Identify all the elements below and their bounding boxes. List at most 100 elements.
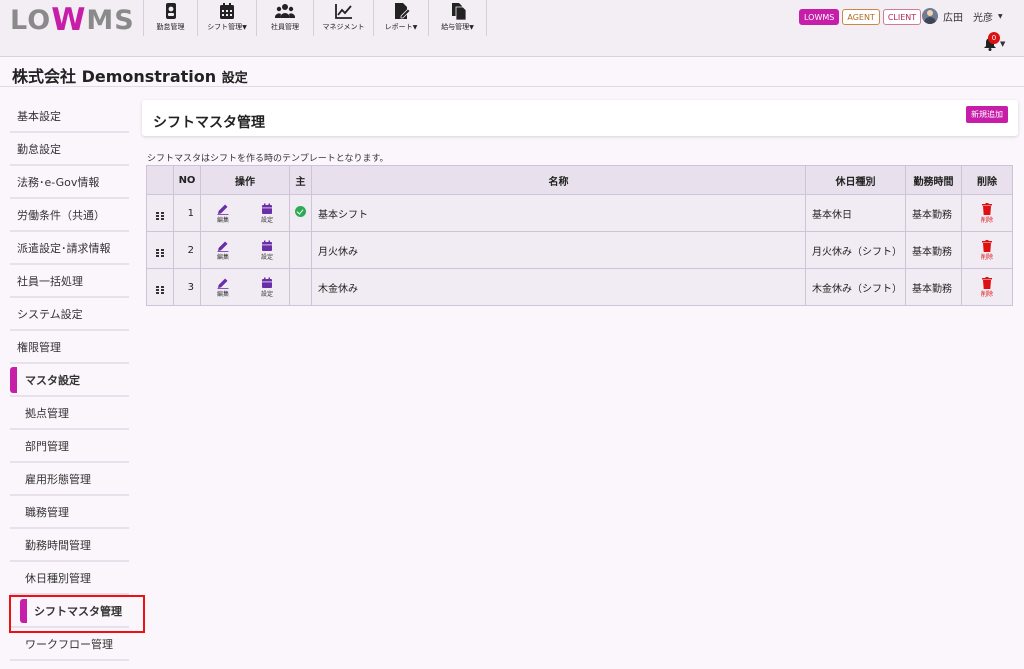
logo-w: W xyxy=(51,2,87,38)
pencil-icon xyxy=(217,204,229,215)
edit-button[interactable]: 編集 xyxy=(217,240,229,261)
row-name: 月火休み xyxy=(311,231,806,269)
delete-button[interactable]: 削除 xyxy=(962,239,1012,261)
chevron-down-icon: ▼ xyxy=(998,12,1003,20)
nav-management-label: マネジメント xyxy=(322,23,365,31)
sidebar-item-departments[interactable]: 部門管理 xyxy=(10,430,129,463)
main-cell xyxy=(289,268,312,306)
sidebar-item-work-hours[interactable]: 勤務時間管理 xyxy=(10,529,129,562)
setting-label: 設定 xyxy=(260,253,273,261)
sidebar-item-workflow[interactable]: ワークフロー管理 xyxy=(10,628,129,661)
table-row: 3 編集 設定 木金休み 木金休み（シフト） 基本勤務 削除 xyxy=(146,268,1013,306)
badge-client[interactable]: CLIENT xyxy=(882,9,922,25)
sidebar-item-legal[interactable]: 法務･e-Gov情報 xyxy=(10,166,129,199)
calendar-icon xyxy=(261,240,272,251)
header-delete: 削除 xyxy=(961,165,1013,195)
nav-employees-label: 社員管理 xyxy=(271,23,299,31)
row-no: 1 xyxy=(173,194,201,232)
role-badges: LOWMS AGENT CLIENT xyxy=(799,9,922,25)
sidebar-item-basic[interactable]: 基本設定 xyxy=(10,100,129,133)
sidebar-item-working-conditions[interactable]: 労働条件（共通） xyxy=(10,199,129,232)
calendar-icon xyxy=(220,3,234,19)
delete-button[interactable]: 削除 xyxy=(962,202,1012,224)
nav-payroll[interactable]: 給与管理▼ xyxy=(428,0,487,36)
trash-icon xyxy=(982,276,992,289)
setting-button[interactable]: 設定 xyxy=(261,277,273,298)
sidebar-item-employment-types[interactable]: 雇用形態管理 xyxy=(10,463,129,496)
id-card-icon xyxy=(165,3,176,19)
nav-shift[interactable]: シフト管理▼ xyxy=(197,0,256,36)
chevron-down-icon: ▼ xyxy=(469,24,474,31)
setting-label: 設定 xyxy=(260,216,273,224)
edit-button[interactable]: 編集 xyxy=(217,277,229,298)
chevron-down-icon: ▼ xyxy=(412,24,418,31)
shift-master-table: NO 操作 主 名称 休日種別 勤務時間 削除 1 編集 設定 基本シフト 基本… xyxy=(146,165,1013,306)
trash-icon xyxy=(982,202,992,215)
nav-management[interactable]: マネジメント xyxy=(313,0,373,36)
user-name: 広田 光彦 xyxy=(943,12,993,24)
users-icon xyxy=(275,4,295,18)
row-holiday-type: 木金休み（シフト） xyxy=(805,268,906,306)
edit-label: 編集 xyxy=(216,216,229,224)
header-work-hours: 勤務時間 xyxy=(905,165,962,195)
title-divider xyxy=(0,86,1024,87)
row-name: 木金休み xyxy=(311,268,806,306)
header-name: 名称 xyxy=(311,165,806,195)
nav-report[interactable]: レポート▼ xyxy=(373,0,428,36)
badge-agent[interactable]: AGENT xyxy=(842,9,880,25)
nav-payroll-label: 給与管理 xyxy=(441,23,470,31)
sidebar-item-system[interactable]: システム設定 xyxy=(10,298,129,331)
documents-icon xyxy=(451,3,466,20)
header-holiday-type: 休日種別 xyxy=(805,165,906,195)
row-no: 3 xyxy=(173,268,201,306)
user-menu[interactable]: 広田 光彦 ▼ xyxy=(922,8,1003,24)
row-work-hours: 基本勤務 xyxy=(905,231,962,269)
sidebar-item-dispatch[interactable]: 派遣設定･請求情報 xyxy=(10,232,129,265)
settings-sidebar: 基本設定 勤怠設定 法務･e-Gov情報 労働条件（共通） 派遣設定･請求情報 … xyxy=(10,100,129,661)
delete-button[interactable]: 削除 xyxy=(962,276,1012,298)
sidebar-item-shift-master[interactable]: シフトマスタ管理 xyxy=(10,595,129,628)
edit-button[interactable]: 編集 xyxy=(217,203,229,224)
sidebar-item-bulk-employee[interactable]: 社員一括処理 xyxy=(10,265,129,298)
sidebar-item-attendance[interactable]: 勤怠設定 xyxy=(10,133,129,166)
drag-handle[interactable] xyxy=(146,194,174,232)
sidebar-item-master[interactable]: マスタ設定 xyxy=(10,364,129,397)
page-title: 株式会社 Demonstration 設定 xyxy=(12,63,248,87)
table-row: 1 編集 設定 基本シフト 基本休日 基本勤務 削除 xyxy=(146,194,1013,232)
header-handle xyxy=(146,165,174,195)
page-title-suffix: 設定 xyxy=(221,71,248,86)
main-nav: 勤怠管理 シフト管理▼ 社員管理 マネジメント レポート▼ 給与管理▼ xyxy=(143,0,487,36)
edit-label: 編集 xyxy=(216,290,229,298)
table-row: 2 編集 設定 月火休み 月火休み（シフト） 基本勤務 削除 xyxy=(146,231,1013,269)
add-new-button[interactable]: 新規追加 xyxy=(966,106,1008,123)
row-work-hours: 基本勤務 xyxy=(905,194,962,232)
row-no: 2 xyxy=(173,231,201,269)
logo-suffix: MS xyxy=(86,4,135,36)
badge-lowms[interactable]: LOWMS xyxy=(799,9,840,25)
grip-icon xyxy=(156,286,164,294)
chevron-down-icon[interactable]: ▼ xyxy=(1000,40,1005,48)
row-holiday-type: 月火休み（シフト） xyxy=(805,231,906,269)
setting-button[interactable]: 設定 xyxy=(261,240,273,261)
drag-handle[interactable] xyxy=(146,268,174,306)
table-header-row: NO 操作 主 名称 休日種別 勤務時間 削除 xyxy=(146,165,1013,195)
nav-employees[interactable]: 社員管理 xyxy=(256,0,313,36)
edit-label: 編集 xyxy=(216,253,229,261)
setting-button[interactable]: 設定 xyxy=(261,203,273,224)
trash-icon xyxy=(982,239,992,252)
lowms-logo[interactable]: LO W MS xyxy=(10,2,135,38)
header-ops: 操作 xyxy=(200,165,290,195)
chevron-down-icon: ▼ xyxy=(242,24,247,31)
sidebar-item-holiday-types[interactable]: 休日種別管理 xyxy=(10,562,129,595)
sidebar-item-job-duties[interactable]: 職務管理 xyxy=(10,496,129,529)
sidebar-item-permissions[interactable]: 権限管理 xyxy=(10,331,129,364)
line-chart-icon xyxy=(334,4,352,19)
sidebar-item-locations[interactable]: 拠点管理 xyxy=(10,397,129,430)
pencil-icon xyxy=(217,241,229,252)
nav-attendance[interactable]: 勤怠管理 xyxy=(143,0,197,36)
description-note: シフトマスタはシフトを作る時のテンプレートとなります。 xyxy=(147,154,389,164)
avatar xyxy=(922,8,938,24)
calendar-icon xyxy=(261,277,272,288)
delete-label: 削除 xyxy=(980,253,993,261)
drag-handle[interactable] xyxy=(146,231,174,269)
